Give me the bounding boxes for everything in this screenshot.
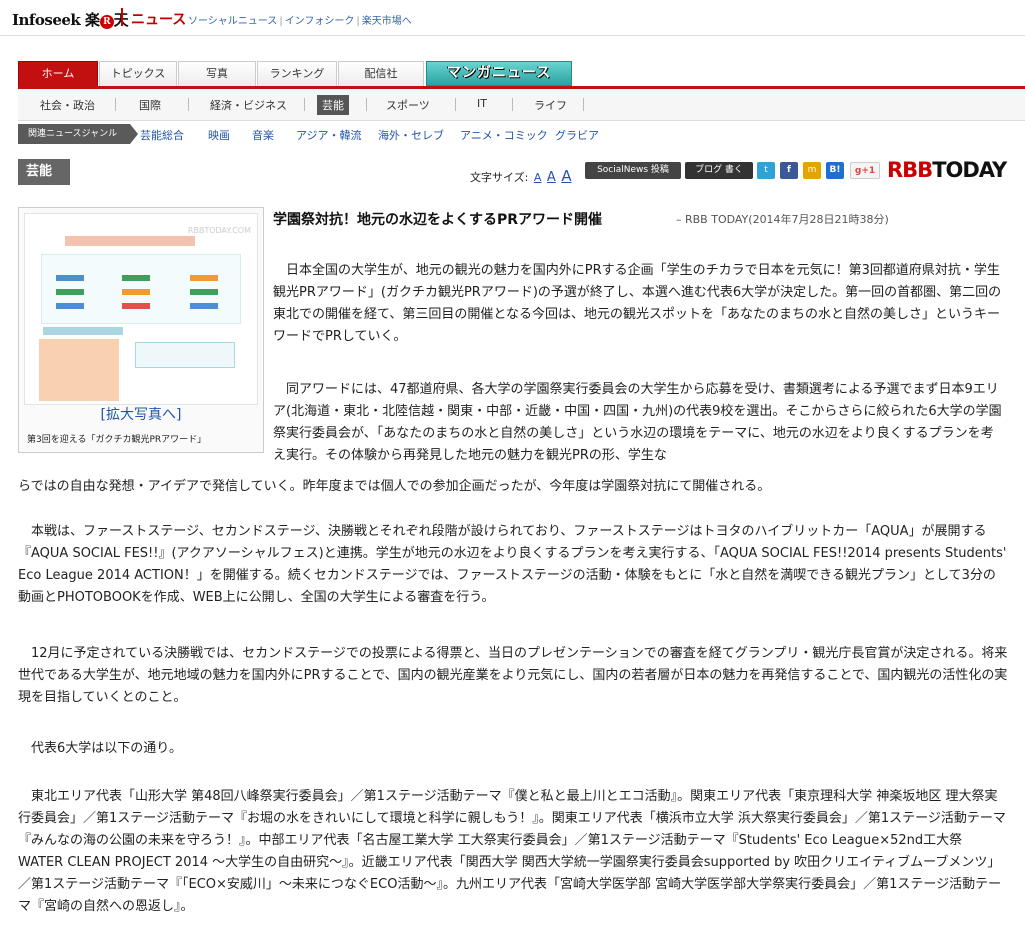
thumb-block bbox=[39, 339, 119, 401]
article-headline: 学園祭対抗！地元の水辺をよくするPRアワード開催 bbox=[273, 212, 603, 228]
font-size-small[interactable]: A bbox=[534, 171, 542, 184]
genre-label: 関連ニュースジャンル bbox=[18, 124, 130, 144]
tab-providers[interactable]: 配信社 bbox=[338, 61, 424, 86]
thumb-bar bbox=[43, 327, 123, 335]
brand-today: TODAY bbox=[932, 158, 1007, 182]
logo-text: Infoseek bbox=[12, 11, 81, 29]
nav-international[interactable]: 国際 bbox=[139, 97, 161, 113]
nav-divider bbox=[304, 98, 305, 111]
brand-rbb: RBB bbox=[887, 158, 933, 182]
genre-music[interactable]: 音楽 bbox=[252, 127, 274, 143]
facebook-icon[interactable]: f bbox=[780, 162, 798, 179]
header-divider bbox=[121, 8, 123, 26]
genre-asia-korea[interactable]: アジア・韓流 bbox=[296, 127, 362, 143]
nav-economy-business[interactable]: 経済・ビジネス bbox=[210, 97, 287, 113]
font-size-label: 文字サイズ: bbox=[470, 171, 529, 184]
tab-home[interactable]: ホーム bbox=[18, 61, 98, 86]
nav-society-politics[interactable]: 社会・政治 bbox=[40, 97, 95, 113]
mixi-icon[interactable]: m bbox=[803, 162, 821, 179]
twitter-icon[interactable]: t bbox=[757, 162, 775, 179]
tab-ranking[interactable]: ランキング bbox=[257, 61, 337, 86]
infoseek-logo[interactable]: Infoseek 楽R天 bbox=[12, 9, 129, 30]
related-genres: 関連ニュースジャンル 芸能総合 映画 音楽 アジア・韓流 海外・セレブ アニメ・… bbox=[18, 124, 1025, 144]
article-paragraph-1: 日本全国の大学生が、地元の観光の魅力を国内外にPRする企画「学生のチカラで日本を… bbox=[273, 263, 1002, 344]
tab-topics[interactable]: トピックス bbox=[99, 61, 177, 86]
thumb-title-bar bbox=[65, 236, 195, 246]
genre-gravure[interactable]: グラビア bbox=[555, 127, 599, 143]
thumb-panel bbox=[41, 254, 241, 324]
article-paragraph-5: 代表6大学は以下の通り。 bbox=[18, 741, 183, 756]
nav-entertainment[interactable]: 芸能 bbox=[317, 95, 349, 115]
nav-sports[interactable]: スポーツ bbox=[386, 97, 430, 113]
hatena-bookmark-icon[interactable]: B! bbox=[826, 162, 844, 179]
tab-photos[interactable]: 写真 bbox=[178, 61, 256, 86]
logo-raku: 楽 bbox=[85, 11, 100, 29]
nav-divider bbox=[455, 98, 456, 111]
blog-share-button[interactable]: ブログ 書く bbox=[685, 162, 753, 179]
news-link[interactable]: ニュース bbox=[131, 9, 186, 29]
rakuten-mark-icon: R bbox=[99, 15, 114, 29]
social-news-link[interactable]: ソーシャルニュース bbox=[188, 16, 277, 27]
article-credit: – RBB TODAY(2014年7月28日21時38分) bbox=[676, 213, 889, 226]
genre-overseas-celeb[interactable]: 海外・セレブ bbox=[378, 127, 444, 143]
article-paragraph-2: 同アワードには、47都道府県、各大学の学園祭実行委員会の大学生から応募を受け、書… bbox=[273, 382, 1002, 463]
nav-divider bbox=[115, 98, 116, 111]
socialnews-share-button[interactable]: SocialNews 投稿 bbox=[585, 162, 681, 179]
nav-divider bbox=[366, 98, 367, 111]
nav-divider bbox=[188, 98, 189, 111]
genre-anime-comic[interactable]: アニメ・コミック bbox=[460, 127, 548, 143]
thumb-block-2 bbox=[135, 342, 235, 368]
article-paragraph-6: 東北エリア代表「山形大学 第48回八峰祭実行委員会」／第1ステージ活動テーマ『僕… bbox=[18, 789, 1006, 914]
genre-movies[interactable]: 映画 bbox=[208, 127, 230, 143]
header-links: ソーシャルニュース | インフォシーク | 楽天市場へ bbox=[188, 16, 412, 27]
infoseek-link[interactable]: インフォシーク bbox=[285, 16, 355, 27]
global-header: Infoseek 楽R天 ニュース ソーシャルニュース|インフォシーク|楽天市場… bbox=[0, 0, 1025, 36]
article-paragraph-3: 本戦は、ファーストステージ、セカンドステージ、決勝戦とそれぞれ段階が設けられてお… bbox=[18, 524, 1007, 605]
nav-it[interactable]: IT bbox=[477, 97, 487, 110]
article-paragraph-4: 12月に予定されている決勝戦では、セカンドステージでの投票による得票と、当日のプ… bbox=[18, 646, 1008, 705]
main-tabs: ホーム トピックス 写真 ランキング 配信社 マンガニュース bbox=[18, 61, 1025, 86]
rbb-today-logo[interactable]: RBBTODAY bbox=[887, 158, 1007, 182]
font-size-control: 文字サイズ: A A A bbox=[470, 167, 572, 185]
font-size-medium[interactable]: A bbox=[547, 170, 556, 185]
thumb-brand: RBBTODAY.COM bbox=[187, 226, 251, 235]
article-figure: RBBTODAY.COM [拡大写真へ] 第3回を迎える「ガクチカ観光PRアワー… bbox=[18, 207, 264, 453]
rakuten-ichiba-link[interactable]: 楽天市場へ bbox=[362, 16, 412, 27]
manga-news-banner[interactable]: マンガニュース bbox=[426, 61, 572, 86]
category-nav: 社会・政治 国際 経済・ビジネス 芸能 スポーツ IT ライフ bbox=[18, 89, 1025, 121]
nav-life[interactable]: ライフ bbox=[534, 97, 567, 113]
nav-divider bbox=[583, 98, 584, 111]
thumb-header-mark bbox=[47, 222, 117, 234]
genre-entertainment-general[interactable]: 芸能総合 bbox=[140, 127, 184, 143]
article-paragraph-2-cont: らではの自由な発想・アイデアで発信していく。昨年度までは個人での参加企画だったが… bbox=[18, 479, 771, 494]
nav-divider bbox=[512, 98, 513, 111]
section-title: 芸能 bbox=[18, 159, 70, 185]
google-plus-icon[interactable]: g+1 bbox=[850, 162, 880, 179]
genre-arrow-icon bbox=[130, 124, 138, 144]
article-thumbnail[interactable]: RBBTODAY.COM bbox=[24, 213, 258, 405]
enlarge-photo-link[interactable]: [拡大写真へ] bbox=[19, 404, 263, 424]
figure-caption: 第3回を迎える「ガクチカ観光PRアワード」 bbox=[27, 435, 207, 445]
font-size-large[interactable]: A bbox=[561, 167, 571, 185]
